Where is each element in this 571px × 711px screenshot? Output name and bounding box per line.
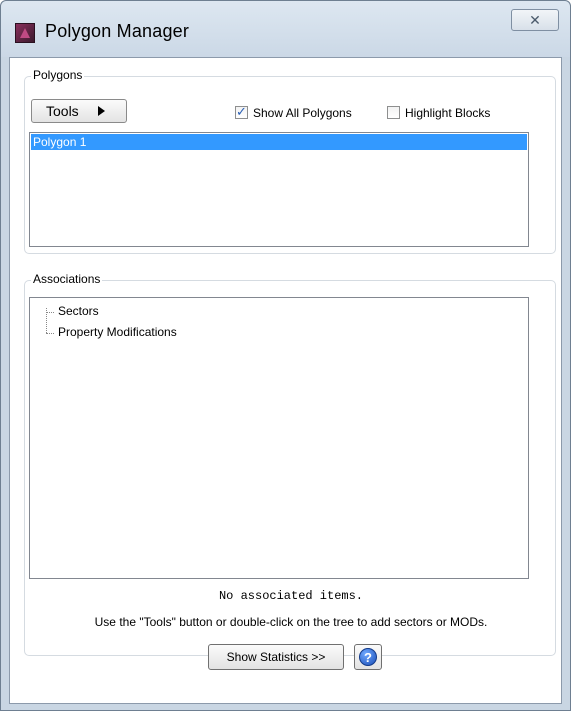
highlight-blocks-checkbox[interactable] (387, 106, 400, 119)
arrow-right-icon (98, 106, 105, 116)
help-button[interactable]: ? (354, 644, 382, 670)
tree-connector (46, 312, 54, 313)
associations-group-label: Associations (31, 272, 103, 286)
help-icon: ? (359, 648, 377, 666)
polygon-manager-window: Polygon Manager ✕ Polygons Tools Show Al… (0, 0, 571, 711)
list-item[interactable]: Polygon 1 (31, 134, 527, 150)
associations-group: Associations Sectors Property Modificati… (24, 272, 556, 656)
tree-connector (46, 333, 54, 334)
association-status: No associated items. (218, 589, 364, 603)
polygons-group: Polygons Tools Show All Polygons Highlig… (24, 68, 556, 254)
app-icon (15, 23, 35, 43)
show-statistics-button[interactable]: Show Statistics >> (208, 644, 344, 670)
help-glyph: ? (364, 649, 372, 665)
tree-node-property-modifications[interactable]: Property Modifications (58, 325, 177, 339)
title-bar[interactable]: Polygon Manager ✕ (1, 1, 570, 57)
polygons-group-label: Polygons (31, 68, 85, 82)
tree-node-sectors[interactable]: Sectors (58, 304, 99, 318)
associations-tree[interactable]: Sectors Property Modifications (29, 297, 529, 579)
highlight-blocks-label[interactable]: Highlight Blocks (405, 106, 490, 120)
association-hint: Use the "Tools" button or double-click o… (94, 615, 488, 629)
close-icon: ✕ (529, 11, 541, 28)
window-title: Polygon Manager (45, 21, 190, 41)
show-all-polygons-label[interactable]: Show All Polygons (253, 106, 352, 120)
close-button[interactable]: ✕ (511, 9, 559, 31)
tools-button[interactable]: Tools (31, 99, 127, 123)
show-statistics-label: Show Statistics >> (226, 650, 326, 664)
show-all-polygons-checkbox[interactable] (235, 104, 248, 120)
tools-button-label: Tools (46, 103, 79, 119)
client-area: Polygons Tools Show All Polygons Highlig… (9, 57, 562, 704)
polygons-list[interactable]: Polygon 1 (29, 132, 529, 247)
